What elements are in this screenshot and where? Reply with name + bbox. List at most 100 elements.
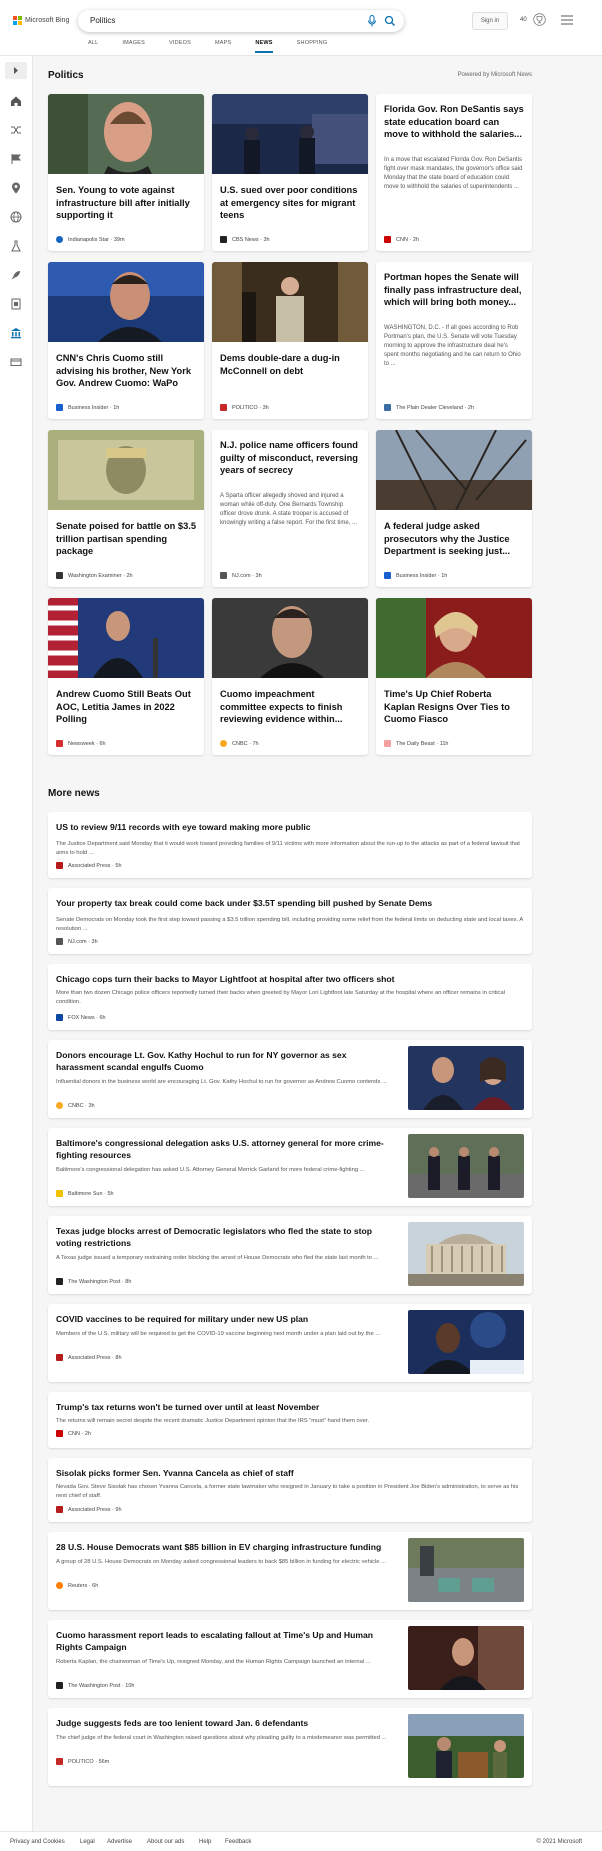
card-source[interactable]: POLITICO · 3h [220,404,269,411]
news-row[interactable]: COVID vaccines to be required for milita… [48,1304,532,1382]
footer-link-privacy[interactable]: Privacy and Cookies [10,1839,65,1845]
card-source[interactable]: NJ.com · 3h [220,572,262,579]
row-source[interactable]: The Washington Post · 8h [56,1278,131,1285]
flag-icon[interactable] [9,152,23,166]
row-source[interactable]: The Washington Post · 10h [56,1682,134,1689]
card-title[interactable]: Senate poised for battle on $3.5 trillio… [56,520,196,558]
row-source[interactable]: POLITICO · 56m [56,1758,109,1765]
card-source[interactable]: The Daily Beast · 11h [384,740,449,747]
card-source[interactable]: The Plain Dealer Cleveland · 2h [384,404,474,411]
expand-rail-button[interactable] [5,62,27,79]
card-title[interactable]: Florida Gov. Ron DeSantis says state edu… [384,103,524,141]
microphone-icon[interactable] [367,15,377,27]
row-source[interactable]: CNN · 2h [56,1430,91,1437]
footer-link-feedback[interactable]: Feedback [225,1839,251,1845]
tab-videos[interactable]: VIDEOS [169,40,191,53]
card-source[interactable]: Washington Examiner · 2h [56,572,133,579]
card-title[interactable]: U.S. sued over poor conditions at emerge… [220,184,360,222]
row-title[interactable]: Donors encourage Lt. Gov. Kathy Hochul t… [56,1049,396,1073]
card-source[interactable]: CNBC · 7h [220,740,259,747]
rewards-trophy-icon[interactable] [533,13,546,26]
tab-images[interactable]: IMAGES [122,40,145,53]
powered-by-label[interactable]: Powered by Microsoft News [458,72,532,78]
news-row[interactable]: Trump's tax returns won't be turned over… [48,1392,532,1448]
card-source[interactable]: Business Insider · 1h [56,404,119,411]
card-title[interactable]: Cuomo impeachment committee expects to f… [220,688,360,726]
row-title[interactable]: Your property tax break could come back … [56,897,524,909]
row-title[interactable]: Texas judge blocks arrest of Democratic … [56,1225,396,1249]
news-row[interactable]: 28 U.S. House Democrats want $85 billion… [48,1532,532,1610]
shuffle-icon[interactable] [9,123,23,137]
news-card[interactable]: Sen. Young to vote against infrastructur… [48,94,204,251]
card-title[interactable]: A federal judge asked prosecutors why th… [384,520,524,558]
card-source[interactable]: Business Insider · 1h [384,572,447,579]
news-card[interactable]: Dems double-dare a dug-in McConnell on d… [212,262,368,419]
sign-in-button[interactable]: Sign in [472,12,508,30]
row-title[interactable]: Chicago cops turn their backs to Mayor L… [56,973,524,985]
bing-logo[interactable]: Microsoft Bing [13,16,69,25]
row-source[interactable]: Baltimore Sun · 5h [56,1190,114,1197]
hamburger-menu-icon[interactable] [561,15,573,25]
row-source[interactable]: NJ.com · 3h [56,938,98,945]
card-title[interactable]: CNN's Chris Cuomo still advising his bro… [56,352,196,390]
row-title[interactable]: US to review 9/11 records with eye towar… [56,821,524,833]
card-title[interactable]: Dems double-dare a dug-in McConnell on d… [220,352,360,377]
footer-link-about-ads[interactable]: About our ads [147,1839,184,1845]
card-title[interactable]: Portman hopes the Senate will finally pa… [384,271,524,309]
row-title[interactable]: Cuomo harassment report leads to escalat… [56,1629,396,1653]
news-row[interactable]: Baltimore's congressional delegation ask… [48,1128,532,1206]
film-icon[interactable] [9,297,23,311]
money-icon[interactable] [9,355,23,369]
card-source[interactable]: Newsweek · 6h [56,740,106,747]
globe-icon[interactable] [9,210,23,224]
row-title[interactable]: Sisolak picks former Sen. Yvanna Cancela… [56,1467,524,1479]
news-card[interactable]: A federal judge asked prosecutors why th… [376,430,532,587]
card-source[interactable]: CNN · 2h [384,236,419,243]
news-row[interactable]: Judge suggests feds are too lenient towa… [48,1708,532,1786]
news-row[interactable]: Your property tax break could come back … [48,888,532,954]
search-icon[interactable] [383,14,397,28]
news-card[interactable]: N.J. police name officers found guilty o… [212,430,368,587]
row-title[interactable]: Judge suggests feds are too lenient towa… [56,1717,396,1729]
row-title[interactable]: Baltimore's congressional delegation ask… [56,1137,396,1161]
tab-maps[interactable]: MAPS [215,40,231,53]
footer-link-help[interactable]: Help [199,1839,211,1845]
search-input[interactable]: Politics [90,16,115,25]
news-row[interactable]: US to review 9/11 records with eye towar… [48,812,532,878]
row-source[interactable]: Associated Press · 5h [56,862,122,869]
news-row[interactable]: Chicago cops turn their backs to Mayor L… [48,964,532,1030]
news-card[interactable]: Andrew Cuomo Still Beats Out AOC, Letiti… [48,598,204,755]
tab-shopping[interactable]: SHOPPING [297,40,328,53]
footer-link-legal[interactable]: Legal [80,1839,95,1845]
news-row[interactable]: Cuomo harassment report leads to escalat… [48,1620,532,1698]
card-title[interactable]: Sen. Young to vote against infrastructur… [56,184,196,222]
card-title[interactable]: N.J. police name officers found guilty o… [220,439,360,477]
tab-all[interactable]: ALL [88,40,98,53]
tab-news[interactable]: NEWS [255,40,273,53]
row-title[interactable]: 28 U.S. House Democrats want $85 billion… [56,1541,396,1553]
card-source[interactable]: Indianapolis Star · 39m [56,236,125,243]
science-flask-icon[interactable] [9,239,23,253]
footer-link-advertise[interactable]: Advertise [107,1839,132,1845]
row-title[interactable]: Trump's tax returns won't be turned over… [56,1401,524,1413]
news-card[interactable]: Senate poised for battle on $3.5 trillio… [48,430,204,587]
politics-building-icon[interactable] [9,326,23,340]
news-card[interactable]: Cuomo impeachment committee expects to f… [212,598,368,755]
news-card[interactable]: CNN's Chris Cuomo still advising his bro… [48,262,204,419]
card-title[interactable]: Andrew Cuomo Still Beats Out AOC, Letiti… [56,688,196,726]
row-title[interactable]: COVID vaccines to be required for milita… [56,1313,396,1325]
rewards-points[interactable]: 40 [520,17,527,23]
search-bar[interactable]: Politics [78,10,404,32]
row-source[interactable]: Associated Press · 9h [56,1506,122,1513]
news-row[interactable]: Texas judge blocks arrest of Democratic … [48,1216,532,1294]
row-source[interactable]: Reuters · 6h [56,1582,98,1589]
news-card[interactable]: Florida Gov. Ron DeSantis says state edu… [376,94,532,251]
location-pin-icon[interactable] [9,181,23,195]
row-source[interactable]: CNBC · 3h [56,1102,95,1109]
rocket-icon[interactable] [9,268,23,282]
news-row[interactable]: Donors encourage Lt. Gov. Kathy Hochul t… [48,1040,532,1118]
news-card[interactable]: U.S. sued over poor conditions at emerge… [212,94,368,251]
news-card[interactable]: Portman hopes the Senate will finally pa… [376,262,532,419]
card-source[interactable]: CBS News · 3h [220,236,270,243]
news-row[interactable]: Sisolak picks former Sen. Yvanna Cancela… [48,1458,532,1522]
